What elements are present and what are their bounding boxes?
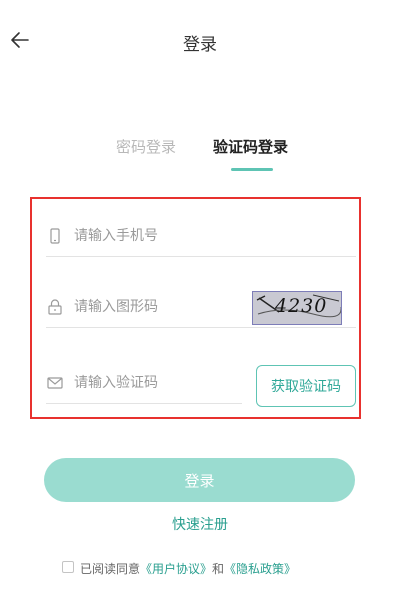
tab-password-login[interactable]: 密码登录 <box>116 136 176 157</box>
agreement-checkbox[interactable] <box>62 561 74 573</box>
image-code-input[interactable] <box>74 288 254 326</box>
phone-input[interactable] <box>74 217 254 255</box>
tab-code-login[interactable]: 验证码登录 <box>213 136 288 157</box>
login-tabs: 密码登录 验证码登录 <box>0 136 400 176</box>
mail-icon <box>47 377 63 389</box>
active-tab-indicator <box>231 168 273 171</box>
quick-register-link[interactable]: 快速注册 <box>0 514 400 534</box>
agreement-text: 已阅读同意《用户协议》和《隐私政策》 <box>80 560 296 577</box>
agreement-prefix: 已阅读同意 <box>80 562 141 576</box>
login-button[interactable]: 登录 <box>44 458 355 502</box>
captcha-text: 4230 <box>275 295 328 317</box>
lock-icon <box>48 299 62 315</box>
phone-icon <box>50 228 60 244</box>
app-header: 登录 <box>0 0 400 80</box>
page-title: 登录 <box>183 35 217 55</box>
agreement-connector: 和 <box>212 562 225 576</box>
privacy-policy-link[interactable]: 《隐私政策》 <box>224 562 296 576</box>
sms-code-field <box>46 364 254 404</box>
sms-code-input[interactable] <box>74 364 254 402</box>
login-form-highlight: 4230 获取验证码 <box>30 197 361 419</box>
get-code-button[interactable]: 获取验证码 <box>256 365 356 407</box>
user-agreement-link[interactable]: 《用户协议》 <box>140 562 212 576</box>
phone-field <box>46 217 356 257</box>
captcha-image[interactable]: 4230 <box>252 291 342 325</box>
